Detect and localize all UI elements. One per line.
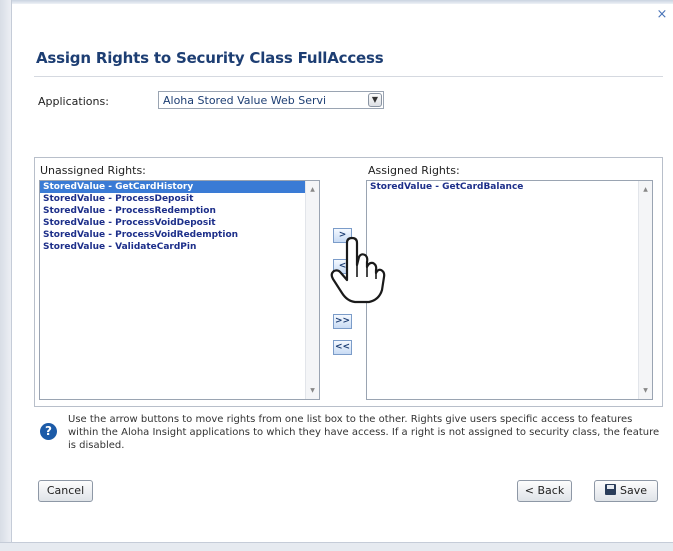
- scroll-up-icon[interactable]: ▲: [306, 183, 319, 196]
- close-icon[interactable]: ×: [655, 8, 669, 22]
- list-item[interactable]: StoredValue - ProcessVoidDeposit: [40, 217, 319, 229]
- help-text: Use the arrow buttons to move rights fro…: [68, 414, 660, 451]
- scroll-up-icon[interactable]: ▲: [639, 183, 652, 196]
- move-all-right-button[interactable]: >>: [333, 314, 352, 329]
- scroll-down-icon[interactable]: ▼: [639, 384, 652, 397]
- dropdown-arrow-icon[interactable]: ▼: [368, 93, 382, 107]
- list-item[interactable]: StoredValue - ValidateCardPin: [40, 241, 319, 253]
- list-item[interactable]: StoredValue - ProcessVoidRedemption: [40, 229, 319, 241]
- hand-cursor-icon: [330, 236, 386, 304]
- unassigned-rights-label: Unassigned Rights:: [40, 164, 146, 177]
- scroll-down-icon[interactable]: ▼: [306, 384, 319, 397]
- save-icon: [604, 484, 616, 495]
- applications-select-value: Aloha Stored Value Web Servi: [163, 94, 327, 107]
- list-item[interactable]: StoredValue - GetCardHistory: [40, 181, 319, 193]
- cancel-button[interactable]: Cancel: [38, 480, 93, 502]
- applications-select[interactable]: Aloha Stored Value Web Servi ▼: [158, 91, 384, 109]
- assigned-scrollbar[interactable]: ▲ ▼: [638, 181, 652, 399]
- dialog-title: Assign Rights to Security Class FullAcce…: [36, 49, 384, 67]
- applications-label: Applications:: [38, 95, 109, 108]
- save-button[interactable]: Save: [594, 480, 658, 502]
- save-button-label: Save: [619, 484, 647, 497]
- assigned-rights-listbox[interactable]: StoredValue - GetCardBalance ▲ ▼: [366, 180, 653, 400]
- assigned-rights-list: StoredValue - GetCardBalance: [367, 181, 652, 193]
- back-button[interactable]: < Back: [517, 480, 572, 502]
- unassigned-scrollbar[interactable]: ▲ ▼: [305, 181, 319, 399]
- window-left-edge: [0, 0, 12, 550]
- move-all-left-button[interactable]: <<: [333, 340, 352, 355]
- assigned-rights-label: Assigned Rights:: [368, 164, 460, 177]
- list-item[interactable]: StoredValue - ProcessDeposit: [40, 193, 319, 205]
- list-item[interactable]: StoredValue - GetCardBalance: [367, 181, 652, 193]
- unassigned-rights-list: StoredValue - GetCardHistory StoredValue …: [40, 181, 319, 253]
- window-top-edge: [0, 0, 673, 4]
- title-divider: [34, 76, 663, 77]
- help-icon: ?: [40, 423, 57, 440]
- unassigned-rights-listbox[interactable]: StoredValue - GetCardHistory StoredValue …: [39, 180, 320, 400]
- list-item[interactable]: StoredValue - ProcessRedemption: [40, 205, 319, 217]
